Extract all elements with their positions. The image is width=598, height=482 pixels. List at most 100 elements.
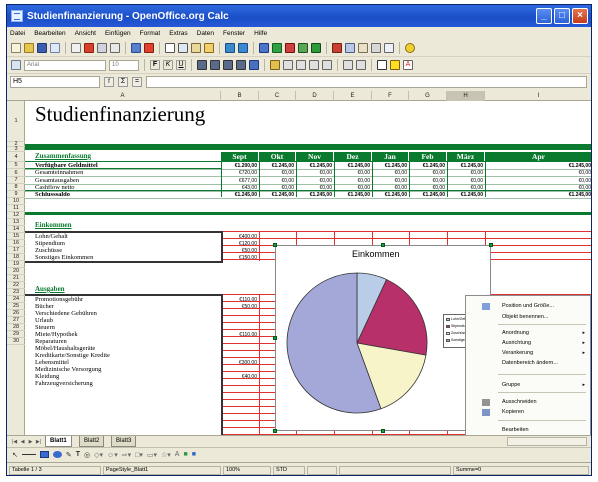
expense-header[interactable]: Ausgaben (35, 285, 65, 293)
data-sources-icon[interactable] (371, 43, 381, 53)
new-document-icon[interactable] (11, 43, 21, 53)
select-arrow-icon[interactable]: ↖ (12, 451, 18, 459)
income-value[interactable]: €120,00 (221, 241, 257, 247)
spellcheck-icon[interactable] (131, 43, 141, 53)
expense-value[interactable]: €110,00 (221, 297, 257, 303)
stars-icon[interactable]: ☆▾ (161, 451, 171, 459)
gallery-icon[interactable] (358, 43, 368, 53)
fontwork-icon[interactable]: A (175, 451, 180, 458)
row-header[interactable]: 6 (7, 169, 25, 177)
context-menu-item[interactable]: Anordnung ▸ (466, 329, 590, 338)
row-header[interactable]: 29 (7, 331, 25, 338)
copy-icon[interactable] (178, 43, 188, 53)
help-icon[interactable] (405, 43, 415, 53)
menu-datei[interactable]: Datei (10, 30, 25, 37)
expense-label[interactable]: Lebensmittel (35, 359, 69, 366)
expense-label[interactable]: Reparaturen (35, 338, 67, 345)
column-header[interactable]: E (334, 91, 372, 101)
zoom-icon[interactable] (384, 43, 394, 53)
expense-label[interactable]: Kreditkarte/Sonstige Kredite (35, 352, 110, 359)
context-menu-item[interactable]: Datenbereich ändern... (466, 359, 590, 368)
extrusion-icon[interactable]: ■ (183, 451, 187, 458)
menu-ansicht[interactable]: Ansicht (75, 30, 96, 37)
row-header[interactable]: 14 (7, 226, 25, 233)
tab-blatt2[interactable]: Blatt2 (79, 436, 105, 447)
rectangle-icon[interactable] (39, 451, 49, 458)
resize-handle[interactable] (273, 429, 277, 433)
expense-label[interactable]: Urlaub (35, 317, 53, 324)
row-header[interactable]: 21 (7, 275, 25, 282)
row-header[interactable]: 19 (7, 261, 25, 268)
menu-einfuegen[interactable]: Einfügen (105, 30, 131, 37)
title-bar[interactable]: Studienfinanzierung - OpenOffice.org Cal… (7, 5, 591, 27)
print-icon[interactable] (97, 43, 107, 53)
row-header[interactable]: 26 (7, 310, 25, 317)
expense-label[interactable]: Steuern (35, 324, 55, 331)
merge-cells-icon[interactable] (249, 60, 259, 70)
menu-fenster[interactable]: Fenster (223, 30, 245, 37)
column-header[interactable]: I (485, 91, 591, 101)
next-sheet-icon[interactable]: ▶ (27, 438, 34, 446)
row-header[interactable]: 18 (7, 254, 25, 261)
row-header[interactable]: 12 (7, 212, 25, 219)
row-header[interactable]: 30 (7, 338, 25, 345)
first-sheet-icon[interactable]: |◀ (11, 438, 18, 446)
row-header[interactable]: 11 (7, 205, 25, 212)
ellipse-icon[interactable] (52, 451, 62, 458)
income-header[interactable]: Einkommen (35, 221, 72, 229)
hyperlink-icon[interactable] (259, 43, 269, 53)
resize-handle[interactable] (489, 243, 493, 247)
block-arrows-icon[interactable]: ⇨▾ (122, 451, 131, 459)
open-folder-icon[interactable] (24, 43, 34, 53)
undo-icon[interactable] (225, 43, 235, 53)
align-right-icon[interactable] (223, 60, 233, 70)
column-header[interactable]: B (221, 91, 259, 101)
row-header[interactable]: 28 (7, 324, 25, 331)
sum-icon[interactable]: Σ (118, 77, 128, 87)
column-header[interactable]: A (25, 91, 221, 101)
cut-icon[interactable] (165, 43, 175, 53)
gallery-shape-icon[interactable]: ■ (192, 451, 196, 458)
maximize-button[interactable]: □ (554, 8, 570, 24)
horizontal-scrollbar[interactable] (507, 437, 587, 446)
sort-descending-icon[interactable] (285, 43, 295, 53)
context-menu-item[interactable]: Ausrichtung ▸ (466, 339, 590, 348)
income-label[interactable]: Zuschüsse (35, 247, 62, 254)
show-draw-functions-icon[interactable] (311, 43, 321, 53)
row-header[interactable]: 1 (7, 101, 25, 142)
align-left-icon[interactable] (197, 60, 207, 70)
row-header[interactable]: 5 (7, 162, 25, 169)
styles-icon[interactable] (11, 60, 21, 70)
row-header[interactable]: 27 (7, 317, 25, 324)
summary-label[interactable]: Schlusssaldo (35, 191, 70, 198)
context-menu-item[interactable]: Bearbeiten (466, 426, 590, 435)
expense-label[interactable]: Miete/Hypothek (35, 331, 78, 338)
text-tool-icon[interactable]: T (76, 451, 80, 458)
font-size-select[interactable]: 10 (109, 59, 139, 71)
expense-label[interactable]: Möbel/Haushaltsgeräte (35, 345, 95, 352)
expense-value[interactable]: €40,00 (221, 374, 257, 380)
row-header[interactable]: 9 (7, 191, 25, 198)
resize-handle[interactable] (381, 243, 385, 247)
expense-value[interactable]: €50,00 (221, 304, 257, 310)
row-header[interactable]: 13 (7, 219, 25, 226)
expense-label[interactable]: Promotionsgebühr (35, 296, 83, 303)
row-header[interactable]: 8 (7, 184, 25, 191)
remove-decimal-icon[interactable] (322, 60, 332, 70)
tab-blatt3[interactable]: Blatt3 (111, 436, 137, 447)
expense-value[interactable]: €300,00 (221, 360, 257, 366)
font-color-icon[interactable]: A (403, 60, 413, 70)
basic-shapes-icon[interactable]: ◇▾ (94, 451, 103, 459)
close-button[interactable]: × (572, 8, 588, 24)
paste-icon[interactable] (191, 43, 201, 53)
row-header[interactable]: 15 (7, 233, 25, 240)
align-center-icon[interactable] (210, 60, 220, 70)
currency-format-icon[interactable] (270, 60, 280, 70)
insert-chart-icon[interactable] (298, 43, 308, 53)
summary-label[interactable]: Gesamteinnahmen (35, 169, 83, 176)
export-pdf-icon[interactable] (84, 43, 94, 53)
email-icon[interactable] (50, 43, 60, 53)
context-menu-item[interactable]: Objekt benennen... (466, 313, 590, 322)
percent-format-icon[interactable] (283, 60, 293, 70)
column-header[interactable]: D (296, 91, 334, 101)
